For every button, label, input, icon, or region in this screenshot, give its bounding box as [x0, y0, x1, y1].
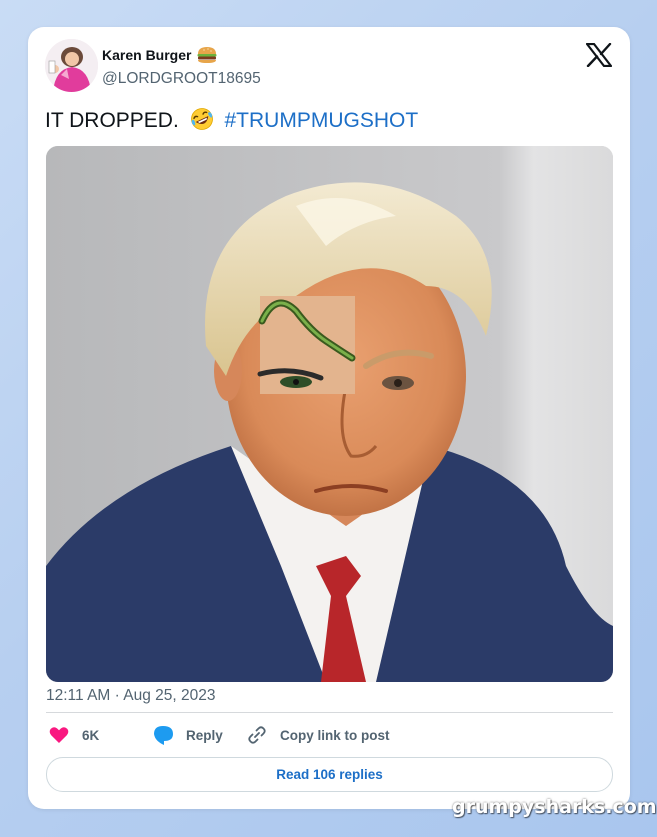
heart-icon [49, 727, 69, 743]
mugshot-photo-icon [46, 146, 613, 682]
x-logo-icon[interactable] [586, 43, 612, 67]
avatar[interactable] [45, 39, 98, 92]
reply-bubble-icon [154, 726, 173, 745]
tweet-photo[interactable] [46, 146, 613, 682]
tweet-body: IT DROPPED. [45, 109, 179, 132]
tweet-timestamp[interactable]: 12:11 AM · Aug 25, 2023 [46, 687, 215, 705]
divider [46, 712, 613, 713]
tweet-text: IT DROPPED. #TRUMPMUGSHOT [45, 107, 418, 134]
copy-link-button[interactable]: Copy link to post [246, 724, 390, 746]
author-display-name[interactable]: Karen Burger [102, 47, 191, 63]
hamburger-emoji-icon [197, 47, 217, 63]
like-button[interactable]: 6K [48, 724, 99, 746]
author-handle[interactable]: @LORDGROOT18695 [102, 70, 261, 88]
avatar-image [45, 39, 98, 92]
tweet-card: Karen Burger @LORDGROOT18695 IT DROPPED.… [28, 27, 630, 809]
copy-link-label: Copy link to post [280, 727, 390, 743]
like-count: 6K [82, 727, 100, 743]
link-icon [248, 726, 266, 744]
reply-label: Reply [186, 727, 223, 743]
action-bar: 6K Reply Copy link to post [46, 724, 613, 746]
reply-button[interactable]: Reply [152, 724, 223, 746]
watermark: grumpysharks.com [452, 796, 657, 818]
rolling-laughing-emoji-icon [190, 108, 213, 130]
read-replies-button[interactable]: Read 106 replies [46, 757, 613, 792]
hashtag-link[interactable]: #TRUMPMUGSHOT [225, 109, 419, 132]
